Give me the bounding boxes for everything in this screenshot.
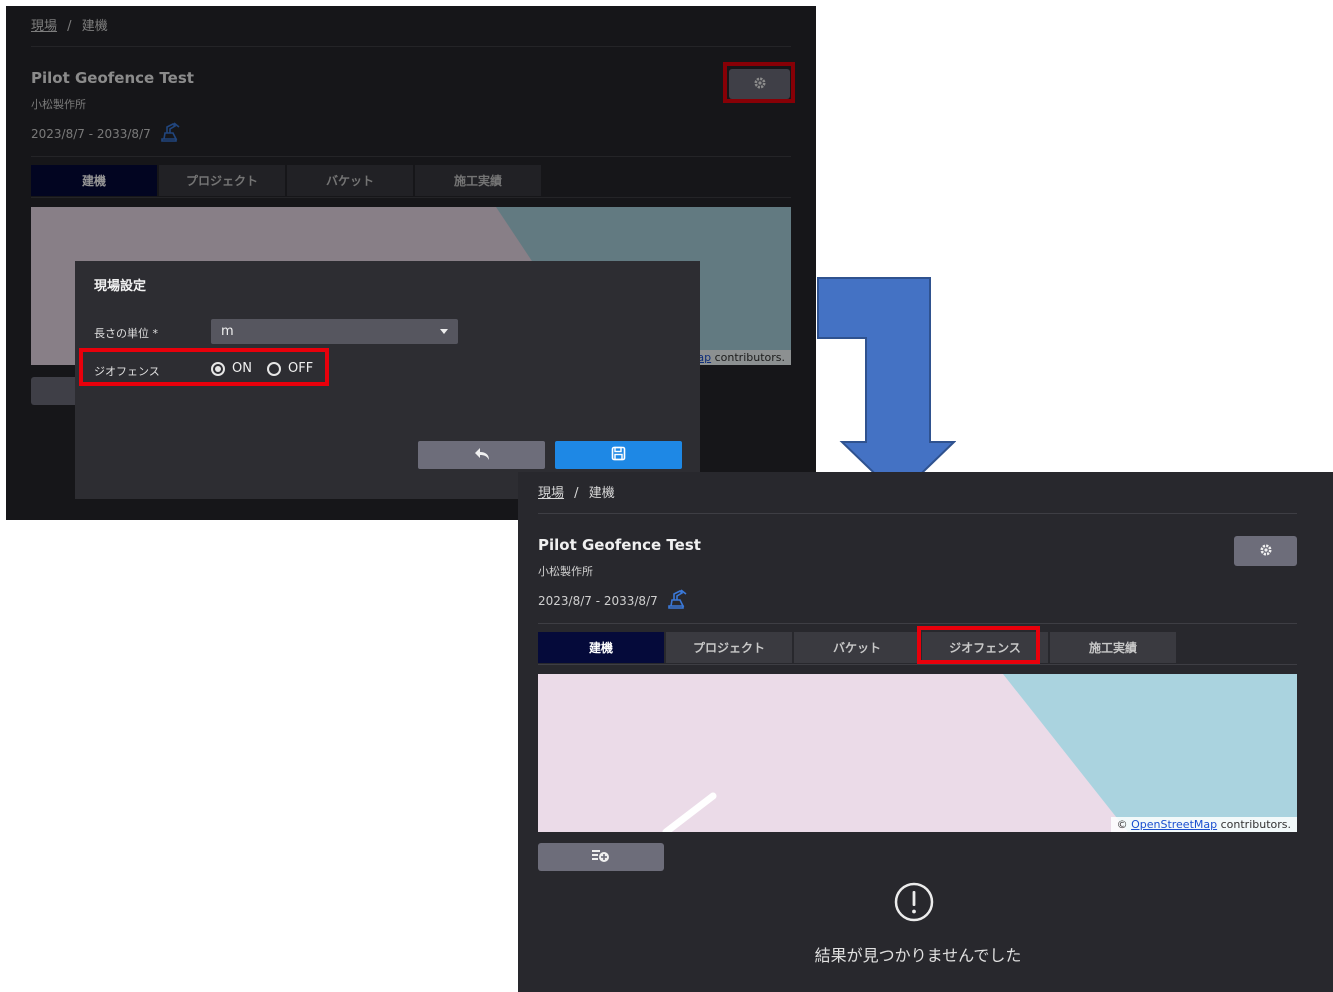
tab-bucket[interactable]: バケット — [794, 632, 920, 663]
undo-icon — [474, 446, 490, 465]
add-list-icon — [591, 847, 611, 867]
divider — [538, 664, 1297, 665]
highlight-box — [79, 348, 329, 386]
attribution-text: contributors. — [1217, 818, 1291, 831]
breadcrumb-current: 建機 — [588, 486, 615, 501]
down-arrow — [817, 277, 956, 498]
breadcrumb: 現場 / 建機 — [538, 482, 615, 501]
back-button[interactable] — [418, 441, 545, 469]
gear-icon — [1259, 542, 1273, 561]
unit-label: 長さの単位 * — [94, 327, 158, 340]
breadcrumb-separator: / — [574, 486, 579, 501]
highlight-box — [917, 626, 1040, 664]
site-dates: 2023/8/7 - 2033/8/7 — [538, 589, 688, 612]
alert-circle-icon — [894, 882, 934, 922]
company-name: 小松製作所 — [538, 565, 593, 578]
before-screen: 現場 / 建機 Pilot Geofence Test 小松製作所 2023/8… — [6, 6, 816, 520]
map-view[interactable]: © OpenStreetMap contributors. — [538, 674, 1297, 832]
excavator-icon[interactable] — [666, 589, 688, 612]
site-settings-modal: 現場設定 長さの単位 * m ジオフェンス ON OFF — [75, 261, 700, 499]
tab-machines[interactable]: 建機 — [538, 632, 664, 663]
tab-construction-results[interactable]: 施工実績 — [1050, 632, 1176, 663]
divider — [538, 623, 1297, 624]
tab-project[interactable]: プロジェクト — [666, 632, 792, 663]
after-screen: 現場 / 建機 Pilot Geofence Test 小松製作所 2023/8… — [518, 472, 1333, 992]
save-icon — [611, 446, 626, 465]
divider — [538, 513, 1297, 514]
save-button[interactable] — [555, 441, 682, 469]
copyright-symbol: © — [1116, 818, 1132, 831]
osm-link[interactable]: OpenStreetMap — [1131, 818, 1217, 831]
tab-bar: 建機 プロジェクト バケット ジオフェンス 施工実績 — [538, 632, 1178, 663]
site-title: Pilot Geofence Test — [538, 536, 701, 554]
date-range: 2023/8/7 - 2033/8/7 — [538, 593, 658, 608]
map-features — [662, 674, 1297, 832]
modal-title: 現場設定 — [94, 279, 147, 294]
chevron-down-icon — [440, 329, 448, 334]
map-attribution: © OpenStreetMap contributors. — [1110, 817, 1297, 832]
breadcrumb-link-site[interactable]: 現場 — [538, 486, 564, 501]
unit-select[interactable]: m — [211, 319, 458, 344]
empty-results-message: 結果が見つかりませんでした — [814, 946, 1022, 965]
unit-select-value: m — [221, 324, 234, 339]
settings-button[interactable] — [1234, 536, 1297, 566]
add-button[interactable] — [538, 843, 664, 871]
